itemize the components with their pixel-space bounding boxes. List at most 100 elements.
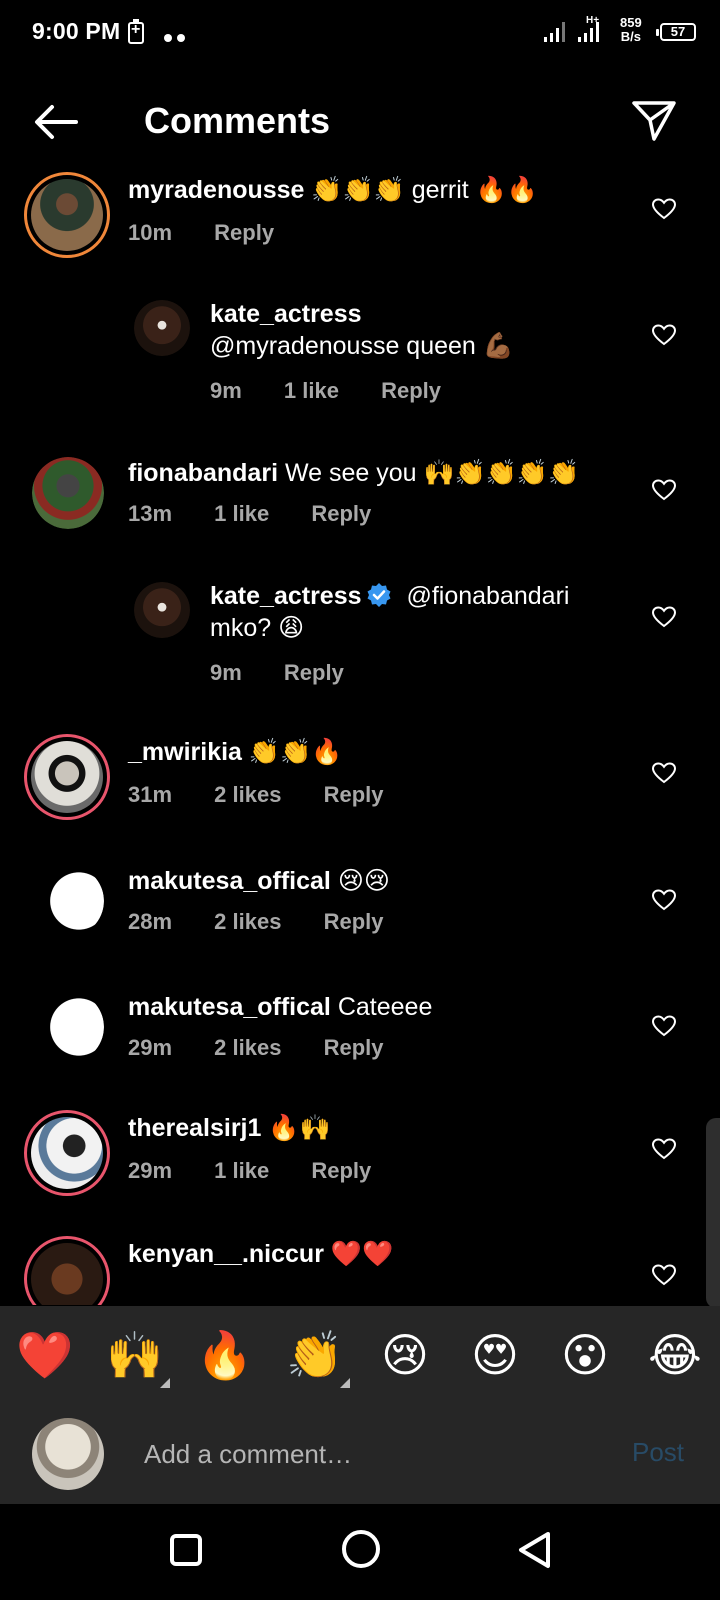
- comment-username[interactable]: makutesa_offical: [128, 993, 331, 1021]
- comment-meta: 28m 2 likes Reply: [128, 909, 420, 935]
- comment-meta: 13m 1 like Reply: [128, 501, 407, 527]
- emoji-surprised-button[interactable]: 😮: [540, 1306, 630, 1404]
- emoji-raised-hands-button[interactable]: 🙌: [90, 1306, 180, 1404]
- comment-text: mko? 😩: [210, 614, 305, 642]
- emoji-heart-eyes-button[interactable]: 😍: [450, 1306, 540, 1404]
- comment-username[interactable]: _mwirikia: [128, 738, 242, 766]
- data-speed: 859 B/s: [620, 16, 642, 44]
- notification-dots-icon: [164, 29, 190, 47]
- skin-tone-picker-icon: [340, 1378, 350, 1388]
- post-button[interactable]: Post: [632, 1437, 684, 1468]
- like-heart-icon[interactable]: [652, 198, 676, 220]
- comment-input[interactable]: [144, 1434, 594, 1474]
- emoji-heart-button[interactable]: ❤️: [0, 1306, 90, 1404]
- status-bar: 9:00 PM H+ 859 B/s 57: [0, 0, 720, 66]
- comment-text: @myradenousse queen 💪🏾: [210, 332, 514, 360]
- comment-meta: 10m Reply: [128, 220, 310, 246]
- comment-username[interactable]: makutesa_offical: [128, 867, 331, 895]
- comment-time: 13m: [128, 501, 173, 526]
- status-time: 9:00 PM: [32, 18, 121, 44]
- reply-button[interactable]: Reply: [214, 220, 274, 245]
- reply-button[interactable]: Reply: [324, 1035, 384, 1060]
- avatar[interactable]: [32, 991, 104, 1063]
- system-nav-bar: [0, 1504, 720, 1600]
- comment-text: 😢😢: [337, 867, 390, 895]
- avatar[interactable]: [32, 865, 104, 937]
- like-heart-icon[interactable]: [652, 762, 676, 784]
- avatar[interactable]: [134, 582, 190, 638]
- like-heart-icon[interactable]: [652, 479, 676, 501]
- reply-button[interactable]: Reply: [311, 501, 371, 526]
- comment-text: 👏👏👏 gerrit 🔥🔥: [311, 176, 538, 204]
- avatar[interactable]: [24, 172, 110, 258]
- reply-button[interactable]: Reply: [284, 660, 344, 685]
- avatar[interactable]: [24, 1110, 110, 1196]
- home-icon[interactable]: [342, 1530, 380, 1568]
- comment-time: 28m: [128, 909, 173, 934]
- comment-text: Cateeee: [337, 993, 433, 1021]
- emoji-crying-button[interactable]: 😢: [360, 1306, 450, 1404]
- comment-text: ❤️❤️: [330, 1240, 394, 1268]
- likes-count[interactable]: 1 like: [214, 1158, 269, 1183]
- data-speed-value: 859: [620, 15, 642, 30]
- comment-username[interactable]: therealsirj1: [128, 1114, 261, 1142]
- comment-meta: 29m 1 like Reply: [128, 1158, 407, 1184]
- direct-share-icon[interactable]: [630, 98, 678, 142]
- avatar[interactable]: [24, 734, 110, 820]
- comment-time: 10m: [128, 220, 173, 245]
- avatar[interactable]: [32, 457, 104, 529]
- signal-icon: [544, 22, 565, 42]
- comment-text: 🔥🙌: [268, 1114, 331, 1142]
- likes-count[interactable]: 2 likes: [214, 1035, 281, 1060]
- emoji-fire-button[interactable]: 🔥: [180, 1306, 270, 1404]
- comment-list[interactable]: myradenousse 👏👏👏 gerrit 🔥🔥 10m Reply kat…: [0, 165, 720, 1305]
- comment-time: 31m: [128, 782, 173, 807]
- recent-apps-icon[interactable]: [170, 1534, 202, 1566]
- comment-time: 29m: [128, 1035, 173, 1060]
- nav-back-icon[interactable]: [516, 1530, 552, 1570]
- like-heart-icon[interactable]: [652, 606, 676, 628]
- like-heart-icon[interactable]: [652, 324, 676, 346]
- like-heart-icon[interactable]: [652, 1015, 676, 1037]
- comment-mention[interactable]: @fionabandari: [406, 582, 569, 610]
- emoji-clap-button[interactable]: 👏: [270, 1306, 360, 1404]
- like-heart-icon[interactable]: [652, 889, 676, 911]
- likes-count[interactable]: 1 like: [284, 378, 339, 403]
- comment-text: 👏👏🔥: [248, 738, 343, 766]
- reply-button[interactable]: Reply: [311, 1158, 371, 1183]
- comment-username[interactable]: myradenousse: [128, 176, 304, 204]
- current-user-avatar: [32, 1418, 104, 1490]
- skin-tone-picker-icon: [160, 1378, 170, 1388]
- signal-icon-2: [578, 22, 599, 42]
- header: Comments: [0, 80, 720, 160]
- reply-button[interactable]: Reply: [324, 782, 384, 807]
- reply-button[interactable]: Reply: [381, 378, 441, 403]
- scrollbar[interactable]: [706, 1118, 720, 1308]
- emoji-clap: 👏: [286, 1327, 344, 1382]
- likes-count[interactable]: 1 like: [214, 501, 269, 526]
- battery-saver-icon: [128, 19, 144, 44]
- reply-button[interactable]: Reply: [324, 909, 384, 934]
- battery-icon: 57: [656, 23, 696, 41]
- comment-username[interactable]: kate_actress: [210, 298, 514, 330]
- data-speed-unit: B/s: [620, 29, 641, 44]
- comment-composer: Post: [0, 1404, 720, 1504]
- comment-meta: 9m 1 like Reply: [210, 378, 477, 404]
- comment-username[interactable]: kate_actress: [210, 582, 362, 610]
- likes-count[interactable]: 2 likes: [214, 782, 281, 807]
- back-arrow-icon[interactable]: [32, 102, 80, 142]
- emoji-raised-hands: 🙌: [106, 1327, 164, 1382]
- comment-meta: 29m 2 likes Reply: [128, 1035, 420, 1061]
- comment-username[interactable]: fionabandari: [128, 459, 278, 487]
- likes-count[interactable]: 2 likes: [214, 909, 281, 934]
- like-heart-icon[interactable]: [652, 1138, 676, 1160]
- page-title: Comments: [144, 100, 331, 141]
- avatar[interactable]: [134, 300, 190, 356]
- emoji-quick-bar: ❤️ 🙌 🔥 👏 😢 😍 😮 😂: [0, 1306, 720, 1404]
- avatar[interactable]: [24, 1236, 110, 1305]
- comment-time: 9m: [210, 660, 242, 685]
- like-heart-icon[interactable]: [652, 1264, 676, 1286]
- comment-username[interactable]: kenyan__.niccur: [128, 1240, 324, 1268]
- verified-badge-icon: [367, 583, 391, 607]
- emoji-laughing-button[interactable]: 😂: [630, 1306, 720, 1404]
